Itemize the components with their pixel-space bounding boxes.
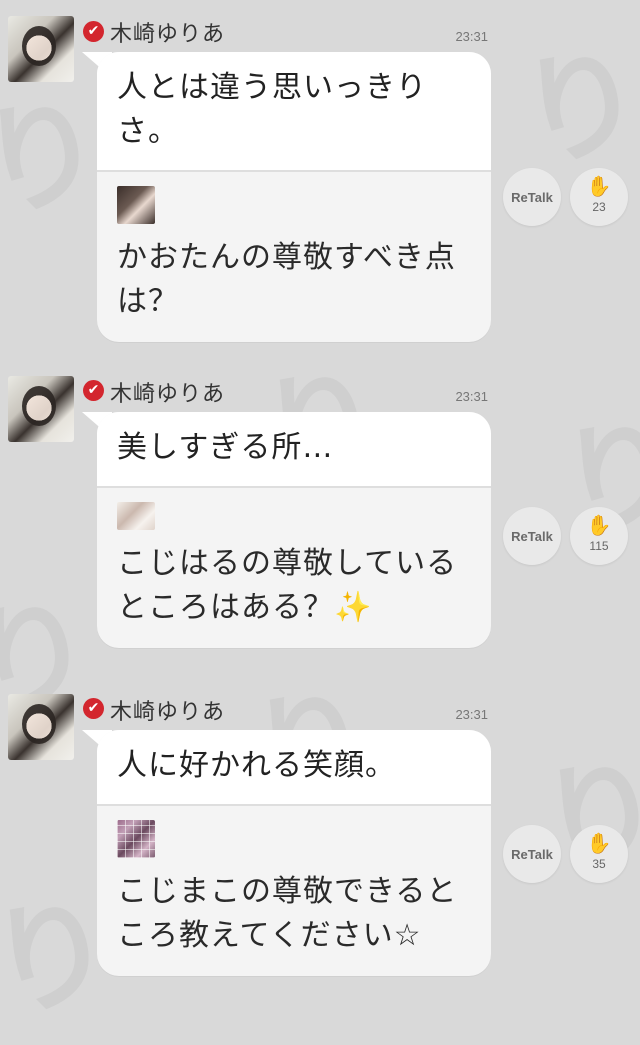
retalk-label: ReTalk [511,528,553,544]
post-time: 23:31 [455,707,488,722]
retalk-button[interactable]: ReTalk [503,168,561,226]
question-text: こじまこの尊敬できるところ教えてください☆ [117,874,458,953]
question-avatar [117,502,155,530]
question-block: かおたんの尊敬すべき点は？ [97,172,491,342]
question-avatar [117,820,155,858]
clap-hands-icon: ✋ [586,514,612,537]
question-text: かおたんの尊敬すべき点は？ [117,240,456,319]
retalk-label: ReTalk [511,846,553,862]
retalk-button[interactable]: ReTalk [503,825,561,883]
answer-text: 人とは違う思いっきりさ。 [97,52,491,172]
answer-text: 美しすぎる所… [97,412,491,488]
question-block: こじはるの尊敬しているところはある？✨ [97,488,491,648]
retalk-button[interactable]: ReTalk [503,507,561,565]
sparkles-icon: ✨ [334,590,373,625]
clap-hands-icon: ✋ [586,175,612,198]
question-text-body: こじはるの尊敬しているところはある？ [117,546,458,625]
talk-bubble[interactable]: 美しすぎる所… こじはるの尊敬しているところはある？✨ [97,412,491,648]
verified-check-icon: ✔ [83,380,104,401]
question-avatar [117,186,155,224]
verified-check-icon: ✔ [83,698,104,719]
avatar[interactable] [8,376,74,442]
clap-count: 115 [589,538,609,553]
question-block: こじまこの尊敬できるところ教えてください☆ [97,806,491,976]
talk-bubble[interactable]: 人とは違う思いっきりさ。 かおたんの尊敬すべき点は？ [97,52,491,342]
author-name[interactable]: 木崎ゆりあ [110,376,225,408]
talk-bubble[interactable]: 人に好かれる笑顔。 こじまこの尊敬できるところ教えてください☆ [97,730,491,976]
clap-hands-icon: ✋ [586,832,612,855]
post-time: 23:31 [455,29,488,44]
clap-button[interactable]: ✋ 35 [570,825,628,883]
question-text: こじはるの尊敬しているところはある？✨ [117,542,471,630]
clap-button[interactable]: ✋ 23 [570,168,628,226]
verified-check-icon: ✔ [83,21,104,42]
clap-count: 35 [592,856,606,871]
clap-button[interactable]: ✋ 115 [570,507,628,565]
avatar[interactable] [8,694,74,760]
clap-count: 23 [592,199,606,214]
post-time: 23:31 [455,389,488,404]
retalk-label: ReTalk [511,189,553,205]
answer-text: 人に好かれる笑顔。 [97,730,491,806]
author-name[interactable]: 木崎ゆりあ [110,16,225,48]
author-name[interactable]: 木崎ゆりあ [110,694,225,726]
avatar[interactable] [8,16,74,82]
